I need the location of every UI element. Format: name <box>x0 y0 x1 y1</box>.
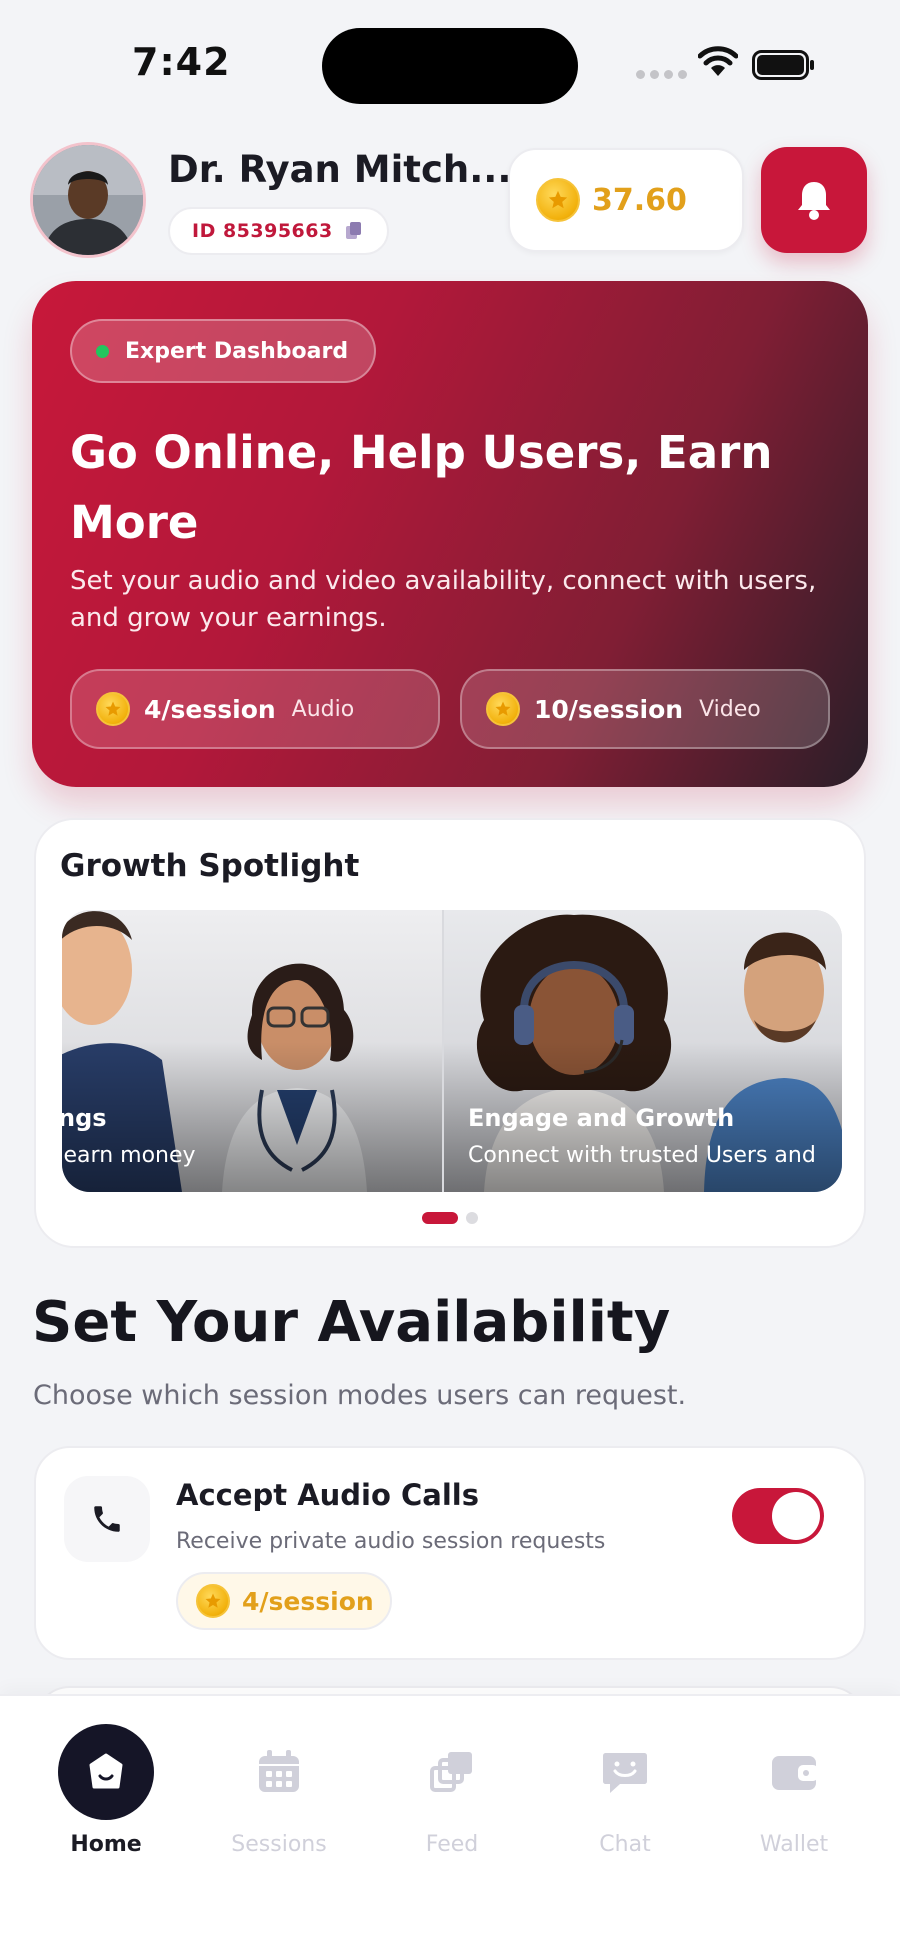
status-time: 7:42 <box>132 40 231 84</box>
audio-rate-value: 4/session <box>144 694 276 724</box>
online-status-dot <box>96 344 109 358</box>
audio-calls-title: Accept Audio Calls <box>176 1478 480 1512</box>
signal-icon <box>636 70 687 79</box>
nav-wallet-label: Wallet <box>759 1832 829 1857</box>
availability-title: Set Your Availability <box>32 1290 671 1355</box>
hero-title: Go Online, Help Users, Earn More <box>70 426 773 549</box>
nav-chat[interactable]: Chat <box>555 1724 695 1857</box>
spotlight-carousel[interactable]: ngs e, earn money Engage and Growth Conn… <box>62 910 842 1192</box>
nav-sessions[interactable]: Sessions <box>209 1724 349 1857</box>
chat-icon <box>577 1724 673 1820</box>
calendar-icon <box>231 1724 327 1820</box>
toggle-knob <box>772 1492 820 1540</box>
home-icon <box>58 1724 154 1820</box>
video-rate-type: Video <box>699 696 761 722</box>
user-id-pill[interactable]: ID 85395663 <box>168 207 389 255</box>
coin-icon <box>196 1584 230 1618</box>
slide-title: Engage and Growth <box>468 1104 735 1132</box>
coin-icon <box>96 692 130 726</box>
coin-balance-box[interactable]: 37.60 <box>508 148 744 252</box>
expert-dashboard-badge: Expert Dashboard <box>70 319 377 383</box>
battery-icon <box>752 50 814 80</box>
notifications-button[interactable] <box>761 147 867 253</box>
audio-calls-description: Receive private audio session requests <box>176 1529 606 1554</box>
video-rate-value: 10/session <box>534 694 684 724</box>
audio-rate-text: 4/session <box>242 1586 374 1616</box>
audio-calls-toggle[interactable] <box>732 1488 824 1544</box>
hero-subtitle: Set your audio and video availability, c… <box>70 566 817 633</box>
coin-icon <box>486 692 520 726</box>
video-rate-pill: 10/session Video <box>460 669 830 749</box>
user-name: Dr. Ryan Mitch... <box>168 148 512 191</box>
wallet-icon <box>746 1724 842 1820</box>
dynamic-island <box>322 28 578 104</box>
nav-home[interactable]: Home <box>36 1724 176 1857</box>
carousel-dot-active[interactable] <box>422 1212 458 1224</box>
copy-icon[interactable] <box>343 220 365 242</box>
carousel-dot[interactable] <box>466 1212 478 1224</box>
bell-icon <box>798 182 830 220</box>
bottom-nav: Home Sessions Feed Chat Wallet <box>0 1694 900 1955</box>
nav-sessions-label: Sessions <box>231 1832 327 1857</box>
slide-title: ngs <box>62 1104 107 1132</box>
audio-rate-badge: 4/session <box>176 1572 392 1630</box>
audio-rate-pill: 4/session Audio <box>70 669 440 749</box>
coin-balance: 37.60 <box>592 182 687 218</box>
growth-spotlight-card: Growth Spotlight ngs e, earn money <box>34 818 866 1248</box>
coin-icon <box>536 178 580 222</box>
nav-feed[interactable]: Feed <box>382 1724 522 1857</box>
avatar[interactable] <box>30 142 146 258</box>
phone-icon-box <box>64 1476 150 1562</box>
spotlight-title: Growth Spotlight <box>60 848 360 884</box>
slide-text: Connect with trusted Users and <box>468 1143 816 1168</box>
slide-text: e, earn money <box>62 1143 196 1168</box>
carousel-slide[interactable]: ngs e, earn money <box>62 910 442 1192</box>
user-id: ID 85395663 <box>192 220 333 242</box>
nav-chat-label: Chat <box>599 1832 651 1857</box>
nav-feed-label: Feed <box>425 1832 479 1857</box>
audio-rate-type: Audio <box>291 696 355 722</box>
expert-dashboard-card: Expert Dashboard Go Online, Help Users, … <box>32 281 868 787</box>
audio-calls-card: Accept Audio Calls Receive private audio… <box>34 1446 866 1660</box>
hero-badge-label: Expert Dashboard <box>125 338 349 364</box>
phone-icon <box>94 1506 120 1532</box>
availability-subtitle: Choose which session modes users can req… <box>33 1380 687 1411</box>
nav-home-label: Home <box>70 1832 142 1857</box>
carousel-slide[interactable]: Engage and Growth Connect with trusted U… <box>444 910 842 1192</box>
avatar-photo <box>33 145 143 255</box>
wifi-icon <box>698 46 738 76</box>
status-bar: 7:42 <box>0 0 900 130</box>
nav-wallet[interactable]: Wallet <box>724 1724 864 1857</box>
carousel-pagination <box>36 1212 864 1224</box>
feed-icon <box>404 1724 500 1820</box>
